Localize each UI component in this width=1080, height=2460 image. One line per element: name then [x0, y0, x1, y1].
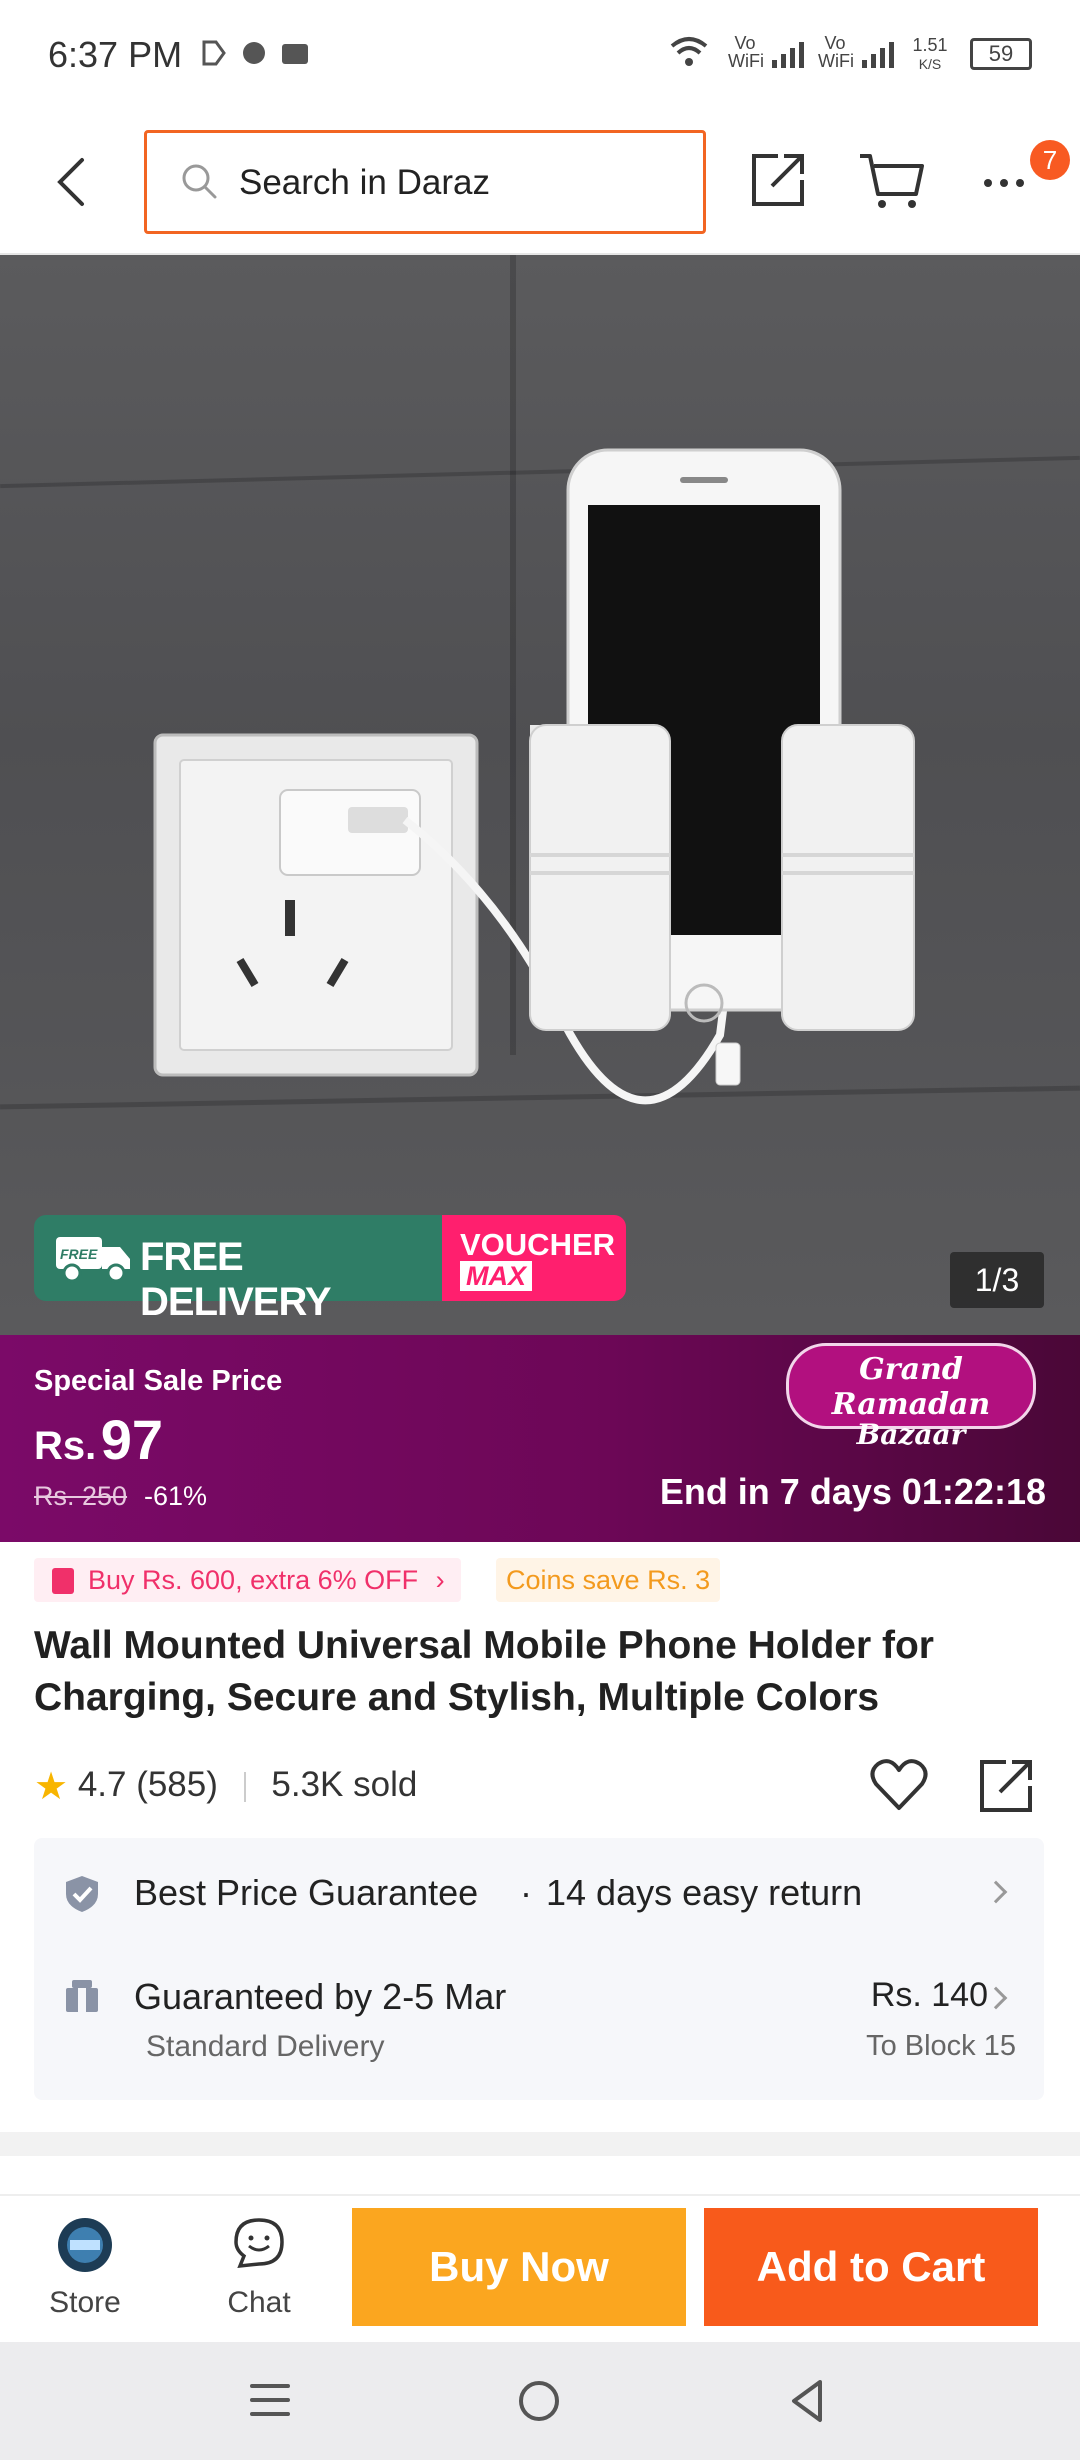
- product-image-carousel[interactable]: FREE FREE DELIVERY VOUCHER MAX 1/3: [0, 255, 1080, 1335]
- net-speed: 1.51 K/S: [912, 35, 948, 72]
- search-input[interactable]: Search in Daraz: [144, 130, 706, 234]
- search-icon: [182, 164, 217, 199]
- guarantee-row[interactable]: Best Price Guarantee · 14 days easy retu…: [34, 1838, 1044, 1948]
- delivery-location: To Block 15: [866, 2030, 1016, 2062]
- chevron-right-icon: [984, 1986, 1008, 2010]
- sale-price: Rs. 97: [34, 1407, 163, 1472]
- wifi-icon: [670, 37, 708, 66]
- battery-icon: 59: [970, 38, 1032, 70]
- status-bar: 6:37 PM Vo WiFi Vo WiFi 1.51 K/S 59: [0, 0, 1080, 110]
- discount-percent: -61%: [144, 1481, 208, 1511]
- chevron-right-icon: [984, 1880, 1008, 1904]
- chat-button[interactable]: Chat: [204, 2210, 314, 2330]
- image-counter: 1/3: [950, 1252, 1044, 1308]
- dot-separator: ·: [520, 1872, 532, 1913]
- home-circle-icon[interactable]: [516, 2378, 562, 2424]
- free-icon-text: FREE: [60, 1246, 98, 1262]
- status-time: 6:37 PM: [48, 34, 183, 75]
- product-title: Wall Mounted Universal Mobile Phone Hold…: [34, 1624, 934, 1719]
- divider: [243, 1771, 246, 1802]
- delivery-row[interactable]: Guaranteed by 2-5 Mar Standard Delivery …: [34, 1948, 1044, 2100]
- cart-icon[interactable]: [858, 150, 926, 212]
- original-price: Rs. 250: [34, 1481, 128, 1511]
- easy-return: 14 days easy return: [546, 1872, 863, 1913]
- rating-row[interactable]: ★ 4.7 (585) 5.3K sold: [34, 1764, 417, 1814]
- delivery-truck-icon: FREE: [56, 1237, 130, 1283]
- rating-value: 4.7 (585): [77, 1764, 218, 1804]
- top-navigation-bar: Search in Daraz 7: [0, 110, 1080, 255]
- voucher-label: VOUCHER: [460, 1227, 616, 1262]
- signal-icon-1: [772, 42, 804, 68]
- sale-countdown: End in 7 days 01:22:18: [659, 1471, 1046, 1512]
- section-divider: [0, 2132, 1080, 2156]
- sold-count: 5.3K sold: [271, 1764, 418, 1804]
- chevron-right-icon: ›: [435, 1565, 445, 1595]
- store-label: Store: [49, 2286, 121, 2319]
- back-arrow-icon[interactable]: [52, 156, 92, 208]
- share-icon[interactable]: [748, 150, 808, 210]
- add-to-cart-button[interactable]: Add to Cart: [704, 2208, 1038, 2326]
- free-delivery-badge: FREE FREE DELIVERY: [34, 1215, 442, 1324]
- back-triangle-icon[interactable]: [786, 2376, 830, 2426]
- vowifi-label-2: Vo WiFi: [818, 33, 854, 71]
- voucher-promo-chip[interactable]: Buy Rs. 600, extra 6% OFF ›: [34, 1558, 461, 1602]
- coins-promo-chip[interactable]: Coins save Rs. 3: [496, 1558, 721, 1602]
- price-currency: Rs.: [34, 1424, 97, 1468]
- grand-ramadan-bazaar-logo: Grand Ramadan Bazaar: [786, 1343, 1036, 1451]
- delivery-date: Guaranteed by 2-5 Mar: [134, 1976, 507, 2017]
- recent-apps-icon[interactable]: [248, 2378, 292, 2422]
- search-placeholder: Search in Daraz: [239, 163, 490, 202]
- more-menu-icon[interactable]: [982, 176, 1032, 190]
- best-price-guarantee: Best Price Guarantee: [134, 1872, 479, 1913]
- free-delivery-label: FREE DELIVERY: [140, 1235, 332, 1324]
- chat-icon: [234, 2218, 284, 2269]
- service-info-card: Best Price Guarantee · 14 days easy retu…: [34, 1838, 1044, 2100]
- product-photo: [153, 448, 915, 1105]
- sale-label: Special Sale Price: [34, 1365, 283, 1397]
- delivery-box-icon: [66, 1980, 98, 2012]
- bottom-action-bar: Store Chat Buy Now Add to Cart: [0, 2194, 1080, 2342]
- signal-icon-2: [862, 42, 894, 68]
- shield-check-icon: [66, 1876, 98, 1912]
- coins-promo-text: Coins save Rs. 3: [506, 1565, 711, 1595]
- delivery-type: Standard Delivery: [146, 2030, 385, 2063]
- vowifi-label-1: Vo WiFi: [728, 33, 764, 71]
- store-button[interactable]: Store: [30, 2210, 140, 2330]
- system-navigation-bar: [0, 2342, 1080, 2460]
- voucher-max-badge: VOUCHER MAX: [442, 1215, 626, 1301]
- buy-now-button[interactable]: Buy Now: [352, 2208, 686, 2326]
- star-icon: ★: [34, 1766, 69, 1808]
- special-sale-banner: Special Sale Price Rs. 97 Rs. 250 -61% G…: [0, 1335, 1080, 1542]
- wishlist-heart-icon[interactable]: [868, 1756, 930, 1814]
- menu-badge: 7: [1030, 140, 1070, 180]
- chat-label: Chat: [227, 2286, 291, 2319]
- voucher-tag-icon: [52, 1568, 74, 1594]
- delivery-fee: Rs. 140: [870, 1976, 988, 2014]
- price-amount: 97: [100, 1408, 163, 1471]
- voucher-max-label: MAX: [460, 1261, 532, 1291]
- store-icon: [58, 2218, 112, 2272]
- voucher-promo-text: Buy Rs. 600, extra 6% OFF: [88, 1565, 419, 1595]
- notification-icons: [202, 40, 308, 66]
- share-product-icon[interactable]: [976, 1756, 1036, 1816]
